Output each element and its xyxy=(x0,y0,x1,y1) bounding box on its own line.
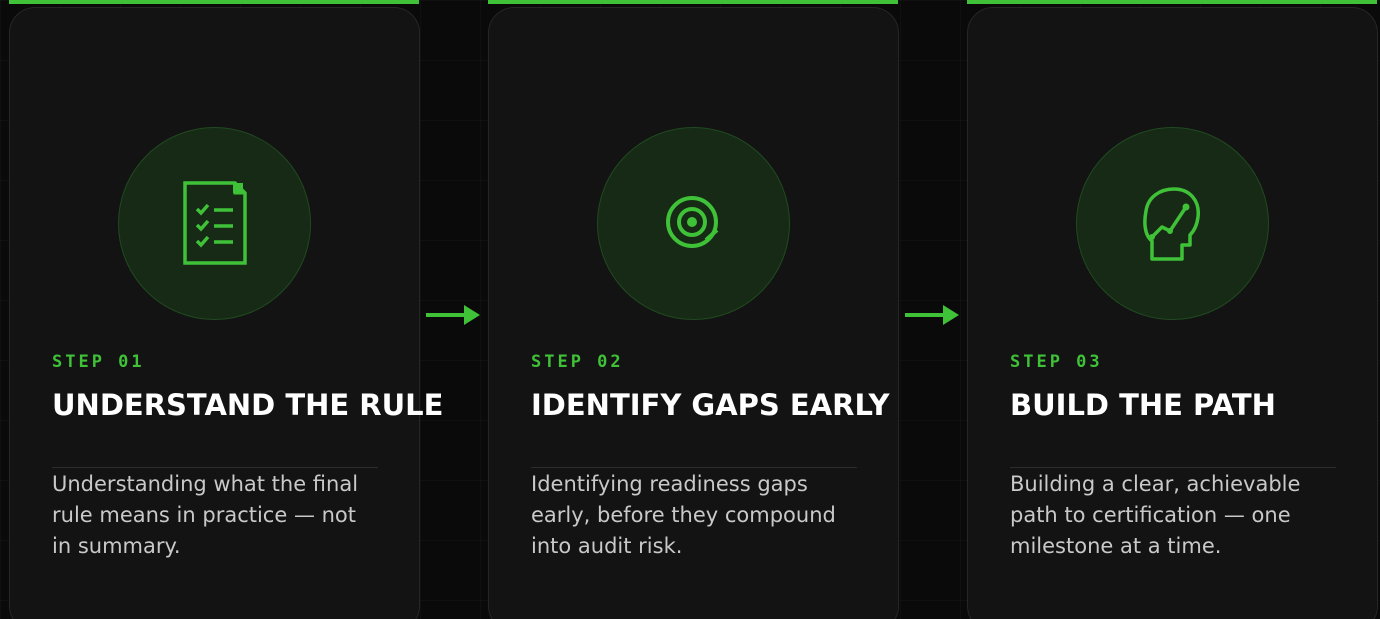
divider xyxy=(531,467,857,468)
checklist-document-icon xyxy=(182,180,247,265)
step-card-1: STEP 01 UNDERSTAND THE RULE Understandin… xyxy=(9,7,443,619)
card-accent-bar xyxy=(488,0,898,4)
arrow-right-icon xyxy=(426,305,480,325)
growth-chart-head-icon xyxy=(1142,186,1200,261)
step-card-3: STEP 03 BUILD THE PATH Building a clear,… xyxy=(967,7,1378,619)
card-accent-bar xyxy=(967,0,1377,4)
icon-badge xyxy=(1076,127,1269,320)
target-icon xyxy=(665,195,718,248)
step-title: UNDERSTAND THE RULE xyxy=(52,388,444,422)
card-accent-bar xyxy=(9,0,419,4)
step-label: STEP 03 xyxy=(1010,352,1103,372)
step-label: STEP 01 xyxy=(52,352,145,372)
step-description: Understanding what the final rule means … xyxy=(52,472,359,558)
step-card-2: STEP 02 IDENTIFY GAPS EARLY Identifying … xyxy=(488,7,899,619)
arrow-right-icon xyxy=(905,305,959,325)
step-title: IDENTIFY GAPS EARLY xyxy=(531,388,890,422)
divider xyxy=(52,467,378,468)
step-description: Building a clear, achievable path to cer… xyxy=(1010,472,1301,558)
step-label: STEP 02 xyxy=(531,352,624,372)
divider xyxy=(1010,467,1336,468)
icon-badge xyxy=(597,127,790,320)
icon-badge xyxy=(118,127,311,320)
step-description: Identifying readiness gaps early, before… xyxy=(531,472,836,558)
step-title: BUILD THE PATH xyxy=(1010,388,1276,422)
